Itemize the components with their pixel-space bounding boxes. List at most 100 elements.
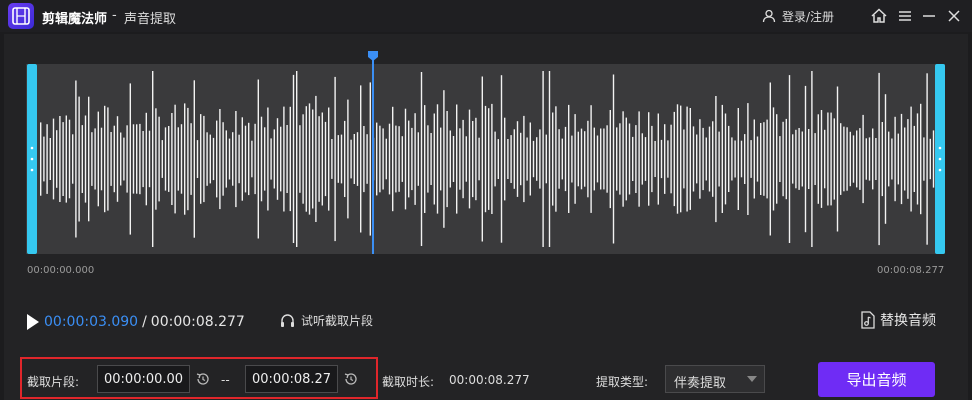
waveform-bar xyxy=(145,112,147,206)
waveform-bar xyxy=(436,104,439,214)
waveform-bar xyxy=(273,129,275,189)
waveform-bar xyxy=(443,90,445,228)
history-reset-icon[interactable] xyxy=(195,371,211,387)
waveform-bar xyxy=(500,75,503,243)
waveform-bar xyxy=(900,113,903,205)
right-trim-handle[interactable] xyxy=(935,64,945,254)
waveform-bar xyxy=(296,71,298,247)
waveform-bar xyxy=(68,119,71,199)
minimize-icon[interactable] xyxy=(919,6,939,26)
waveform-bar xyxy=(769,82,771,236)
replace-audio-button[interactable]: 替换音频 xyxy=(860,310,936,330)
preview-clip-button[interactable]: 试听截取片段 xyxy=(280,312,373,329)
grip-icon xyxy=(938,146,942,172)
playhead-line[interactable] xyxy=(372,56,374,254)
waveform-bar xyxy=(734,140,736,178)
clip-end-input[interactable] xyxy=(245,365,338,393)
waveform-bar xyxy=(920,103,922,215)
waveform-bar xyxy=(392,106,394,212)
waveform-bar xyxy=(673,111,675,207)
waveform-bar xyxy=(644,137,647,181)
waveform-bar xyxy=(212,137,215,181)
waveform-bar xyxy=(235,111,237,208)
extract-type-select[interactable]: 伴奏提取 xyxy=(665,365,765,393)
title-separator: - xyxy=(112,8,117,23)
waveform-bar xyxy=(763,122,765,196)
login-button[interactable]: 登录/注册 xyxy=(762,7,834,25)
waveform-bar xyxy=(216,120,218,198)
waveform-bar xyxy=(350,139,352,179)
waveform-bar xyxy=(369,82,371,236)
waveform-bar xyxy=(596,135,599,183)
waveform-bar xyxy=(366,134,368,184)
waveform-bar xyxy=(497,139,499,179)
waveform-bar xyxy=(152,71,154,247)
waveform-bar xyxy=(728,125,730,192)
waveform-bar xyxy=(817,114,819,204)
waveform-bar xyxy=(270,138,272,180)
waveform-bar xyxy=(481,76,483,242)
waveform-bar xyxy=(433,113,435,205)
waveform-bar xyxy=(788,75,791,243)
waveform-bar xyxy=(881,122,883,197)
waveform-bar xyxy=(856,130,858,188)
waveform-bar xyxy=(248,122,250,196)
history-reset-icon[interactable] xyxy=(343,371,359,387)
waveform-bar xyxy=(408,120,410,198)
waveform-bar xyxy=(353,134,355,184)
play-icon[interactable] xyxy=(26,313,40,331)
waveform-bar xyxy=(782,121,784,197)
close-icon[interactable] xyxy=(944,6,964,26)
waveform-bar xyxy=(376,122,378,196)
waveform-bar xyxy=(260,116,263,202)
home-icon[interactable] xyxy=(869,6,889,26)
waveform-bar xyxy=(203,115,205,203)
waveform-bar xyxy=(744,134,746,184)
left-trim-handle[interactable] xyxy=(27,64,37,254)
waveform-bar xyxy=(363,126,365,193)
replace-audio-label: 替换音频 xyxy=(880,313,936,329)
waveform-bar xyxy=(456,104,458,214)
waveform-bar xyxy=(795,129,797,189)
waveform-bar xyxy=(811,71,813,247)
menu-icon[interactable] xyxy=(895,6,915,26)
waveform-bar xyxy=(289,106,291,212)
waveform-bar xyxy=(187,107,189,211)
waveform-bar xyxy=(692,126,695,192)
waveform-bar xyxy=(622,111,624,207)
waveform-bar xyxy=(104,105,106,213)
waveform-bar xyxy=(667,140,669,178)
waveform-bar xyxy=(91,132,93,186)
export-audio-button[interactable]: 导出音频 xyxy=(818,362,935,397)
waveform-bar xyxy=(651,125,653,193)
waveform-bar xyxy=(164,127,167,191)
waveform-bar xyxy=(830,112,832,206)
waveform-bar xyxy=(59,116,61,202)
waveform-bar xyxy=(305,106,307,212)
waveform-bar xyxy=(328,107,330,211)
waveform-bar xyxy=(721,104,723,213)
playhead-marker-icon[interactable] xyxy=(367,50,379,62)
waveform-bar xyxy=(731,137,733,181)
clip-start-input[interactable] xyxy=(97,365,190,393)
waveform-bar xyxy=(648,112,650,206)
waveform-bar xyxy=(590,105,592,213)
waveform-bar xyxy=(689,108,691,210)
waveform-bar xyxy=(737,108,739,210)
waveform-bar xyxy=(756,136,759,182)
waveform-bar xyxy=(564,126,567,192)
login-label: 登录/注册 xyxy=(782,9,835,24)
waveform-bar xyxy=(56,130,58,188)
waveform-bar xyxy=(619,123,621,195)
waveform-bar xyxy=(884,94,887,224)
waveform-bar xyxy=(222,122,224,196)
waveform-area[interactable] xyxy=(26,64,945,254)
film-logo-icon xyxy=(8,3,34,29)
waveform-bar xyxy=(292,74,295,244)
waveform-bar xyxy=(148,130,151,188)
waveform-bar xyxy=(340,134,343,184)
waveform-bar xyxy=(715,96,717,223)
waveform-bar xyxy=(168,126,170,192)
waveform-bar xyxy=(654,141,656,177)
waveform-bar xyxy=(219,109,221,210)
